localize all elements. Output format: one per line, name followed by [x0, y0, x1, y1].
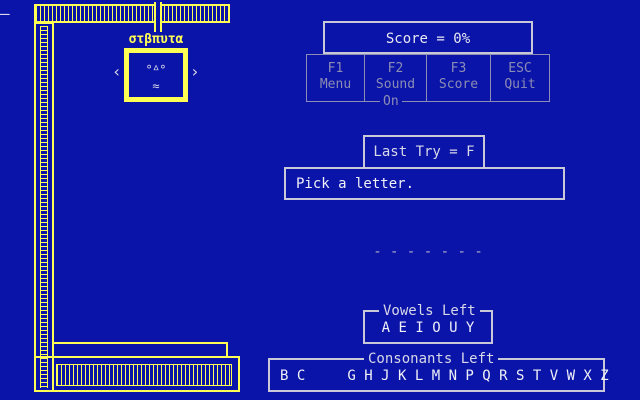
- hidden-word-label: στβπυτα: [128, 32, 184, 47]
- f2-key-label: F2: [387, 61, 404, 76]
- cursor-mark: –: [0, 4, 10, 23]
- vowels-title: Vowels Left: [379, 303, 480, 319]
- consonants-title: Consonants Left: [364, 351, 499, 367]
- menu-key-button[interactable]: F1 Menu: [307, 55, 365, 101]
- quit-label: Quit: [504, 77, 536, 92]
- sound-status: On: [380, 94, 402, 110]
- score-panel: Score = 0%: [323, 21, 533, 54]
- esc-key-label: ESC: [508, 61, 532, 76]
- message-panel: Pick a letter.: [284, 167, 565, 200]
- quit-key-button[interactable]: ESC Quit: [491, 55, 549, 101]
- word-blanks: - - - - - - -: [373, 244, 483, 260]
- f1-key-label: F1: [327, 61, 344, 76]
- message-text: Pick a letter.: [296, 176, 415, 192]
- score-label: Score = 0%: [385, 31, 471, 47]
- menu-label: Menu: [319, 77, 352, 92]
- last-try-label: Last Try = F: [373, 144, 475, 160]
- gallows-post-core: [40, 26, 48, 388]
- function-key-bar: F1 Menu F2 Sound F3 Score ESC Quit: [306, 54, 550, 102]
- vowels-panel: Vowels Left A E I O U Y: [363, 303, 493, 344]
- gallows-top-beam: [34, 4, 230, 23]
- score-key-button[interactable]: F3 Score: [427, 55, 491, 101]
- score-key-text: Score: [438, 77, 479, 92]
- hangman-mouth: ≈: [152, 79, 160, 93]
- sound-label: Sound: [375, 77, 416, 92]
- last-try-panel: Last Try = F: [363, 135, 485, 169]
- vowels-letters[interactable]: A E I O U Y: [365, 320, 491, 336]
- gallows-base-fill: [56, 364, 232, 386]
- hangman-head: °ᐞ° ≈: [124, 48, 188, 102]
- gallows-rope: [154, 2, 162, 32]
- hangman-eyes: °ᐞ°: [145, 63, 167, 77]
- consonants-letters[interactable]: B C G H J K L M N P Q R S T V W X Z: [280, 368, 609, 384]
- left-arrow-icon: ‹: [112, 62, 122, 81]
- f3-key-label: F3: [450, 61, 467, 76]
- right-arrow-icon: ›: [190, 62, 200, 81]
- consonants-panel: Consonants Left B C G H J K L M N P Q R …: [268, 351, 609, 392]
